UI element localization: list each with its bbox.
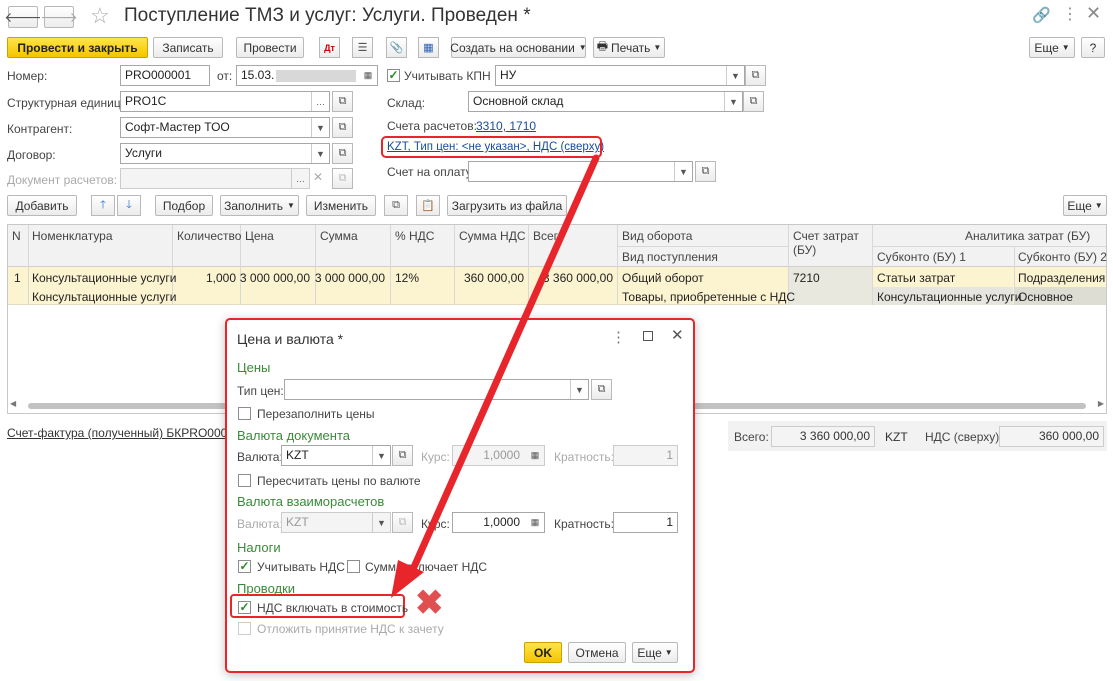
arrow-shaft <box>406 154 600 580</box>
annotation-arrow <box>391 154 600 598</box>
arrow-head <box>391 560 424 598</box>
